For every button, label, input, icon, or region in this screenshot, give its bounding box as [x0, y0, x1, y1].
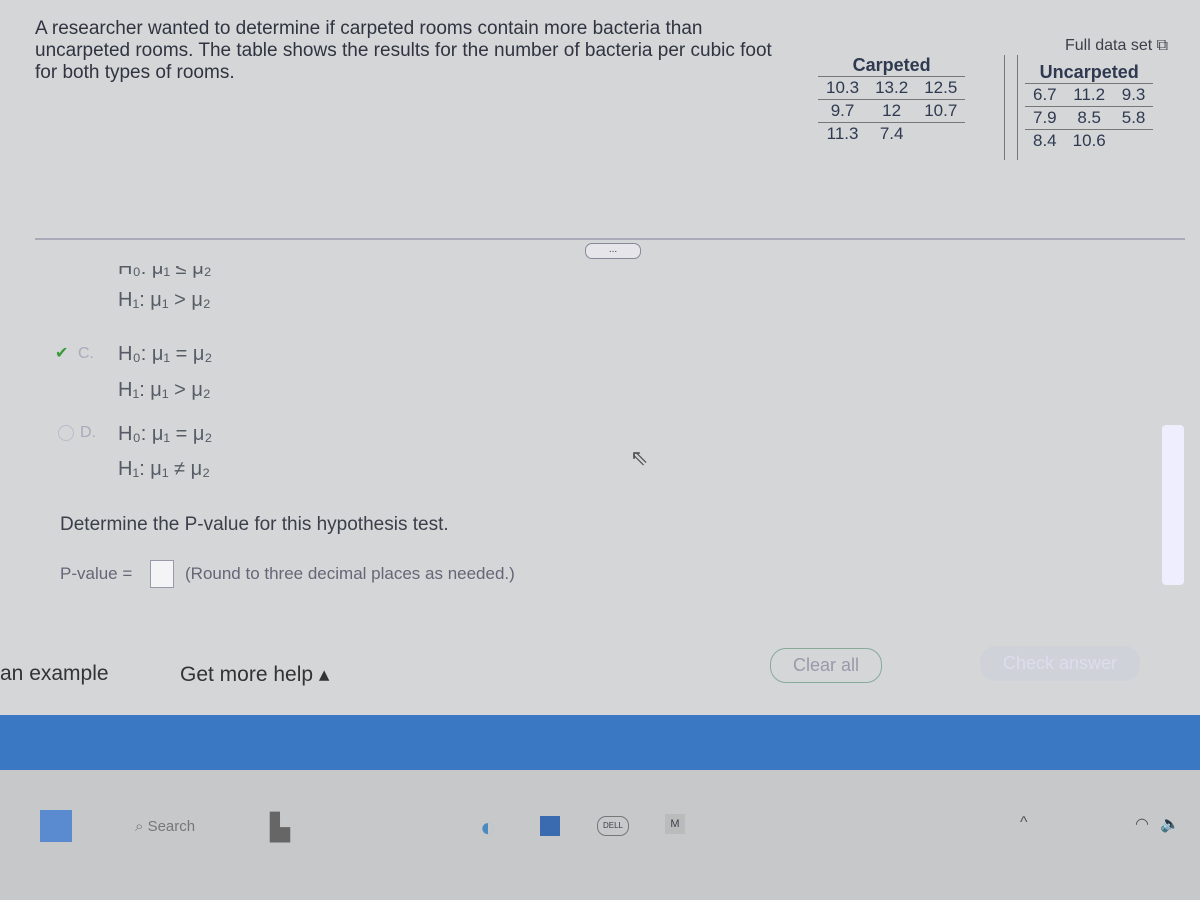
option-c-h1: H₁: μ₁ > μ₂: [118, 379, 211, 401]
option-b-h0: H₀: μ₁ ≤ μ₂: [118, 266, 212, 279]
check-icon: ✔: [55, 345, 69, 362]
table-cell: [1113, 129, 1154, 152]
table-row: 9.7 12 10.7: [818, 99, 966, 123]
table-cell: 8.4: [1025, 129, 1065, 152]
table-row: 8.4 10.6: [1025, 129, 1154, 152]
app-icon[interactable]: M: [665, 814, 685, 834]
question-text: A researcher wanted to determine if carp…: [35, 18, 772, 83]
table-cell: 10.3: [818, 76, 868, 100]
table-cell: 5.8: [1113, 106, 1154, 130]
copy-icon: ⧉: [1156, 37, 1169, 54]
option-d-letter: D.: [80, 424, 96, 441]
table-cell: 9.7: [818, 99, 868, 123]
store-icon[interactable]: [540, 816, 560, 836]
carpeted-table: Carpeted 10.3 13.2 12.5 9.7 12 10.7 11.3 7.4: [818, 55, 966, 145]
prompt: Determine the P-value for this hypothesi…: [60, 514, 449, 535]
get-more-help-button[interactable]: Get more help ▴: [180, 662, 329, 687]
dell-icon[interactable]: DELL: [597, 816, 629, 836]
option-b-h1: H₁: μ₁ > μ₂: [118, 289, 211, 311]
full-data-set-label: Full data set: [1065, 37, 1153, 54]
option-c-radio[interactable]: C.: [78, 345, 94, 363]
table-cell: 13.2: [867, 76, 917, 100]
expand-button[interactable]: ...: [585, 243, 641, 259]
table-cell: 10.6: [1064, 129, 1114, 152]
table-cell: 11.2: [1064, 83, 1114, 107]
table-row: 7.9 8.5 5.8: [1025, 106, 1154, 130]
check-answer-button[interactable]: Check answer: [980, 646, 1141, 681]
option-b-h0-clipped: H₀: μ₁ ≤ μ₂: [110, 266, 310, 282]
option-d-h1: H₁: μ₁ ≠ μ₂: [118, 458, 210, 480]
uncarpeted-table: Uncarpeted 6.7 11.2 9.3 7.9 8.5 5.8 8.4 10.6: [1025, 62, 1154, 152]
start-icon[interactable]: [40, 810, 72, 842]
taskview-icon[interactable]: ▙: [270, 812, 290, 843]
option-d-radio[interactable]: [58, 425, 74, 441]
table-cell: 7.9: [1025, 106, 1065, 130]
table-cell: 9.3: [1113, 83, 1154, 107]
pvalue-input[interactable]: [150, 560, 174, 588]
carpeted-header: Carpeted: [852, 55, 931, 75]
table-cell: 12: [867, 99, 917, 123]
search-icon: ⌕: [135, 818, 144, 835]
cursor-icon: ⇖: [630, 445, 649, 470]
clear-all-button[interactable]: Clear all: [770, 648, 883, 683]
full-data-set-link[interactable]: Full data set ⧉: [1065, 37, 1168, 55]
option-d-h0: H₀: μ₁ = μ₂: [118, 423, 213, 445]
table-cell: 11.3: [818, 122, 868, 145]
tray-chevron-icon[interactable]: ^: [1020, 814, 1028, 832]
taskbar-search[interactable]: ⌕ Search: [135, 818, 195, 835]
table-cell: 12.5: [916, 76, 966, 100]
browser-bottom-band: [0, 715, 1200, 770]
round-note: (Round to three decimal places as needed…: [185, 564, 515, 583]
pvalue-label: P-value =: [60, 564, 133, 583]
wifi-icon[interactable]: ◠: [1135, 814, 1149, 834]
view-example-link[interactable]: an example: [0, 662, 109, 686]
table-cell: 7.4: [867, 122, 917, 145]
table-row: 10.3 13.2 12.5: [818, 76, 966, 100]
table-row: 6.7 11.2 9.3: [1025, 83, 1154, 107]
table-cell: 8.5: [1064, 106, 1114, 130]
volume-icon[interactable]: 🔈: [1160, 814, 1180, 834]
uncarpeted-header: Uncarpeted: [1039, 62, 1139, 82]
scrollbar[interactable]: [1162, 425, 1184, 585]
option-c-h0: H₀: μ₁ = μ₂: [118, 343, 213, 365]
divider: [35, 238, 1185, 240]
taskbar: ⌕ Search ▙ ◐ DELL M ^ ◠ 🔈: [0, 770, 1200, 900]
table-cell: 10.7: [916, 99, 966, 123]
table-cell: 6.7: [1025, 83, 1065, 107]
table-divider: [1004, 55, 1018, 160]
table-cell: [916, 122, 966, 145]
search-label: Search: [147, 818, 196, 835]
table-row: 11.3 7.4: [818, 122, 966, 145]
edge-icon[interactable]: ◐: [480, 812, 496, 843]
